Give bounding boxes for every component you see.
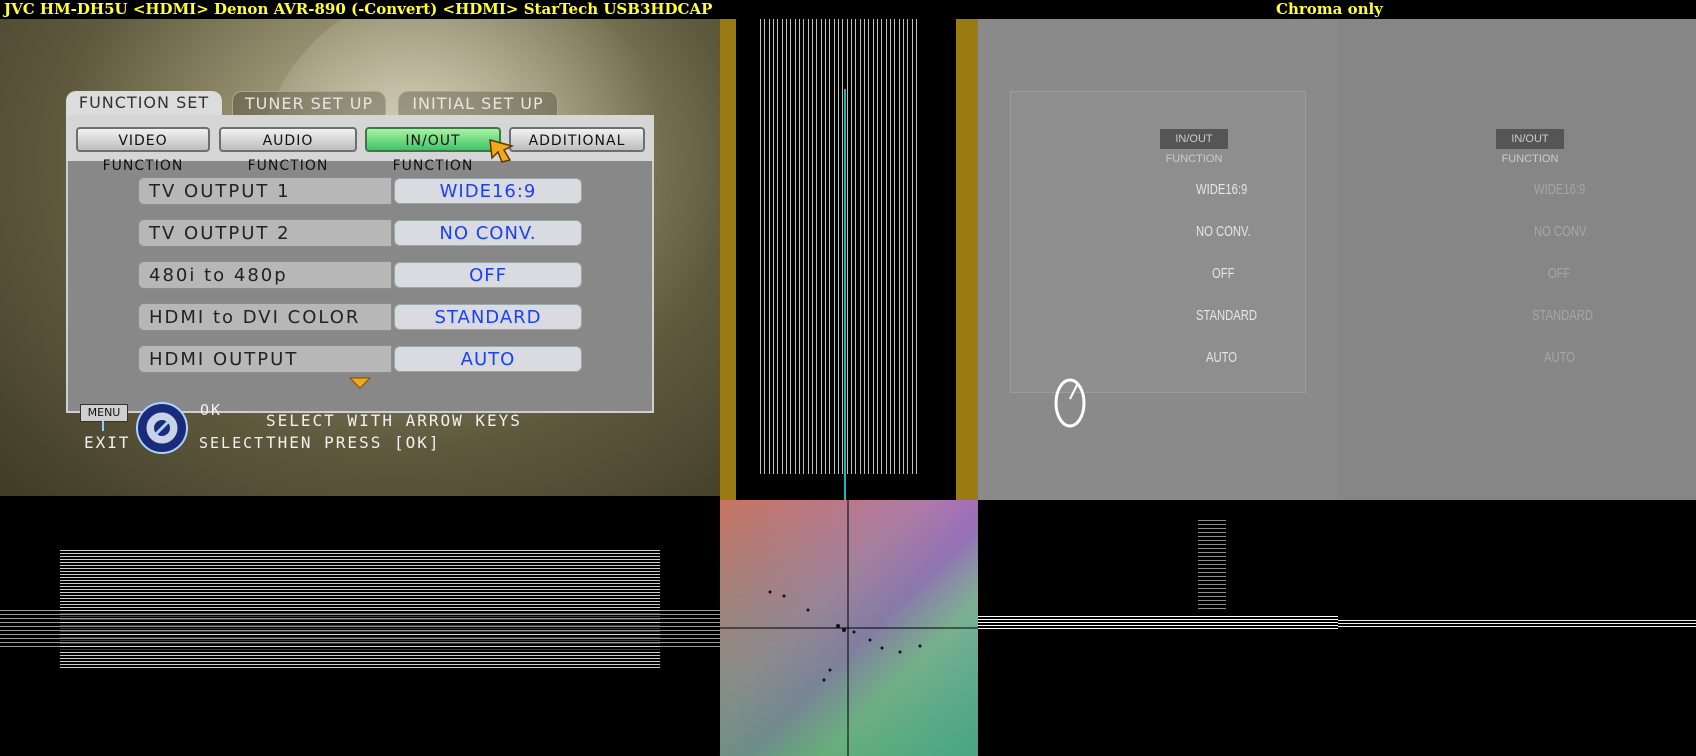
chroma-right-subtab-ghost: IN/OUT FUNCTION (1496, 129, 1564, 165)
chroma-right-value-5: AUTO (1544, 349, 1576, 366)
ok-label: OK (200, 401, 223, 419)
row-label-tv-output-2: TV OUTPUT 2 (138, 219, 392, 247)
row-value-tv-output-2[interactable]: NO CONV. (394, 220, 582, 246)
chroma-panel-ghost (1010, 91, 1306, 393)
cursor-arrow-icon (489, 138, 514, 163)
chroma-value-5: AUTO (1206, 349, 1238, 366)
crosshair-icon (720, 500, 978, 756)
instruction-line-1: SELECT WITH ARROW KEYS (266, 411, 522, 430)
scroll-down-arrow-icon[interactable] (348, 376, 372, 390)
row-label-hdmi-output: HDMI OUTPUT (138, 345, 392, 373)
chroma-pane-right-half: IN/OUT FUNCTION WIDE16:9 NO CONV. OFF ST… (1338, 19, 1696, 500)
audio-function-button[interactable]: AUDIO FUNCTION (219, 127, 357, 174)
chroma-value-3: OFF (1212, 265, 1235, 282)
chroma-right-value-4: STANDARD (1532, 307, 1594, 324)
osd-preview-pane: FUNCTION SET UP TUNER SET UP INITIAL SET… (0, 19, 720, 496)
chroma-right-value-2: NO CONV. (1534, 223, 1589, 240)
tab-tuner-setup[interactable]: TUNER SET UP (232, 91, 386, 116)
tab-function-setup[interactable]: FUNCTION SET UP (66, 91, 222, 136)
row-label-hdmi-to-dvi-color: HDMI to DVI COLOR (138, 303, 392, 331)
row-value-hdmi-to-dvi-color[interactable]: STANDARD (394, 304, 582, 330)
chroma-remote-dial-icon (1054, 378, 1086, 428)
chroma-column-traces (1198, 520, 1226, 610)
chroma-pane-title: Chroma only (1276, 0, 1383, 18)
row-value-hdmi-output[interactable]: AUTO (394, 346, 582, 372)
waveform-left-border (720, 19, 736, 500)
waveform-marker-line (844, 89, 846, 500)
tab-initial-setup[interactable]: INITIAL SET UP (398, 91, 558, 116)
chroma-subtab-ghost: IN/OUT FUNCTION (1160, 129, 1228, 165)
chroma-line-analysis-pane (978, 500, 1696, 756)
chroma-line-traces-left (978, 616, 1338, 630)
row-value-tv-output-1[interactable]: WIDE16:9 (394, 178, 582, 204)
remote-dial-icon (136, 402, 188, 454)
in-out-function-button[interactable]: IN/OUT FUNCTION (365, 127, 501, 174)
chroma-value-2: NO CONV. (1196, 223, 1251, 240)
waveform-traces (760, 19, 920, 474)
chroma-right-value-3: OFF (1548, 265, 1571, 282)
instruction-line-2: THEN PRESS [OK] (266, 433, 441, 452)
select-label: SELECT (199, 434, 266, 452)
vectorscope-pane (720, 500, 978, 756)
chroma-line-traces-right (1338, 620, 1696, 628)
waveform-right-border (956, 19, 980, 500)
chroma-value-4: STANDARD (1196, 307, 1258, 324)
video-function-button[interactable]: VIDEO FUNCTION (76, 127, 210, 174)
row-label-tv-output-1: TV OUTPUT 1 (138, 177, 392, 205)
chroma-right-value-1: WIDE16:9 (1534, 181, 1586, 198)
source-chain-title: JVC HM-DH5U <HDMI> Denon AVR-890 (-Conve… (4, 0, 713, 18)
menu-connector (102, 421, 104, 431)
line-analysis-pane (0, 500, 720, 756)
exit-label: EXIT (84, 433, 131, 452)
row-value-480i-to-480p[interactable]: OFF (394, 262, 582, 288)
waveform-pane (720, 19, 980, 500)
row-label-480i-to-480p: 480i to 480p (138, 261, 392, 289)
menu-key: MENU (80, 404, 128, 422)
chroma-value-1: WIDE16:9 (1196, 181, 1248, 198)
chroma-only-pane: IN/OUT FUNCTION WIDE16:9 NO CONV. OFF ST… (978, 19, 1696, 500)
additional-button[interactable]: ADDITIONAL (509, 127, 645, 152)
line-traces-wide (0, 610, 720, 650)
